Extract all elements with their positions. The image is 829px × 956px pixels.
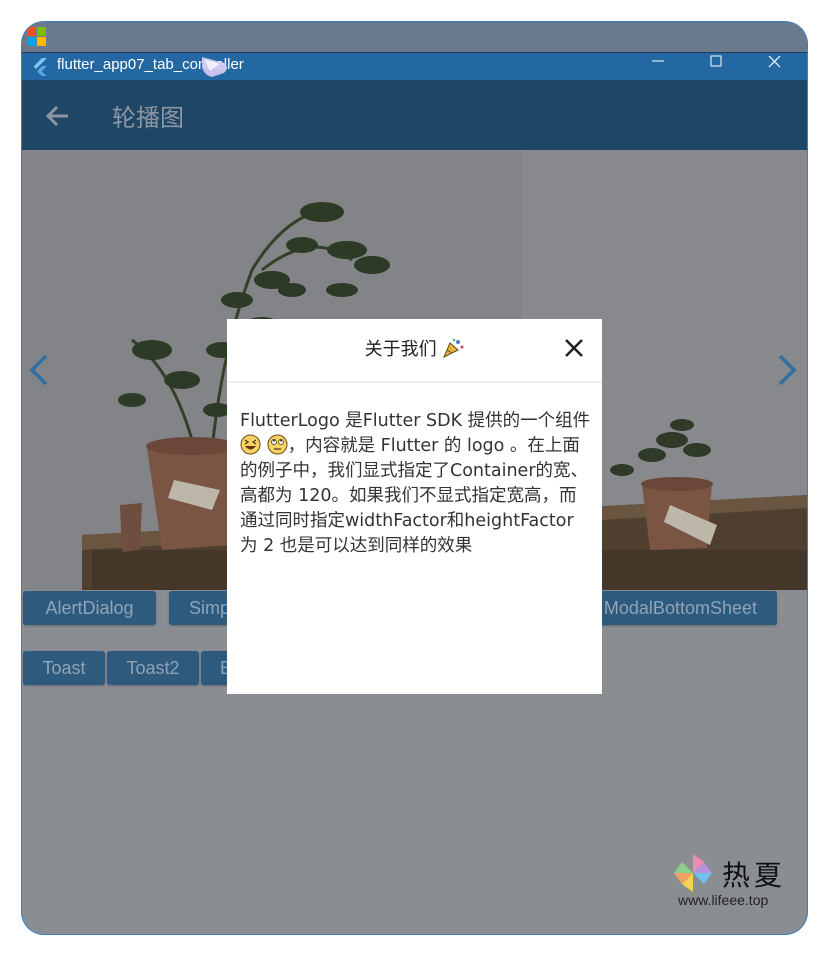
dialog-text-part1: FlutterLogo 是Flutter SDK 提供的一个组件 bbox=[240, 411, 591, 431]
flutter-icon bbox=[33, 58, 47, 76]
watermark-text: 热夏 bbox=[722, 859, 787, 892]
app-bar: 轮播图 bbox=[22, 80, 807, 150]
close-icon[interactable] bbox=[561, 335, 587, 361]
maximize-button[interactable] bbox=[693, 53, 739, 81]
close-window-button[interactable] bbox=[751, 53, 797, 81]
dialog-title: 关于我们 bbox=[227, 335, 602, 361]
eye-roll-emoji-icon bbox=[267, 434, 288, 455]
chevron-left-icon[interactable] bbox=[24, 350, 54, 390]
party-popper-icon bbox=[443, 338, 464, 359]
windows-logo-icon bbox=[27, 27, 47, 47]
watermark-url: www.lifeee.top bbox=[678, 892, 769, 908]
alertdialog-button[interactable]: AlertDialog bbox=[23, 591, 156, 625]
dialog-title-text: 关于我们 bbox=[364, 339, 437, 360]
dialog-content: FlutterLogo 是Flutter SDK 提供的一个组件 ，内容就是 F… bbox=[240, 409, 592, 559]
laughing-emoji-icon bbox=[240, 434, 261, 455]
cursor-icon bbox=[202, 57, 227, 77]
pinwheel-logo-icon bbox=[674, 854, 712, 892]
arrow-left-icon[interactable] bbox=[42, 100, 74, 132]
about-dialog: 关于我们 FlutterLogo 是Flutter SDK 提供的一个组件 ，内… bbox=[227, 319, 602, 694]
watermark: 热夏 www.lifeee.top bbox=[672, 852, 792, 912]
dialog-text-part2: ，内容就是 Flutter 的 logo 。在上面的例子中，我们显式指定了Con… bbox=[240, 436, 589, 556]
desktop-strip bbox=[22, 22, 807, 52]
dialog-header: 关于我们 bbox=[227, 319, 602, 383]
window-titlebar[interactable]: flutter_app07_tab_controller bbox=[22, 52, 807, 80]
chevron-right-icon[interactable] bbox=[772, 350, 802, 390]
toast2-button[interactable]: Toast2 bbox=[107, 651, 199, 685]
page-title: 轮播图 bbox=[112, 104, 184, 132]
modalbottomsheet-button[interactable]: ModalBottomSheet bbox=[584, 591, 777, 625]
minimize-button[interactable] bbox=[635, 53, 681, 81]
app-window: flutter_app07_tab_controller 轮播图 AlertDi… bbox=[22, 22, 807, 934]
toast-button[interactable]: Toast bbox=[23, 651, 105, 685]
